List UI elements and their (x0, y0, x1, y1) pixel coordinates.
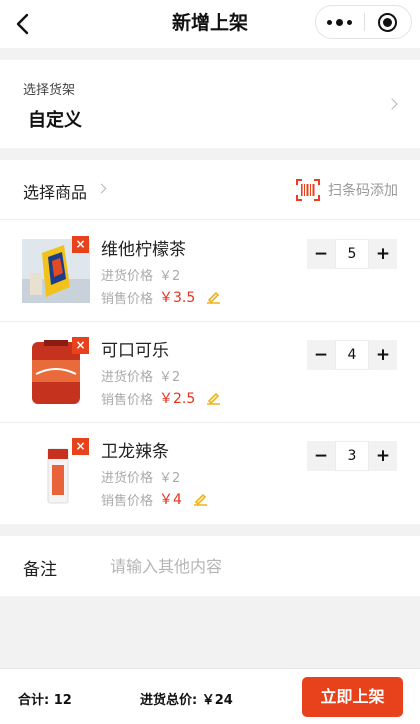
decrease-button[interactable]: − (307, 441, 335, 471)
quantity-stepper: − 5 + (307, 239, 397, 269)
increase-button[interactable]: + (369, 340, 397, 370)
sale-value: ￥2.5 (159, 391, 196, 407)
increase-button[interactable]: + (369, 239, 397, 269)
sale-value: ￥4 (159, 492, 182, 508)
goods-item: × 维他柠檬茶 进货价格 ￥2 销售价格 ￥3.5 − 5 + (0, 221, 420, 322)
footer-bar: 合计: 12 进货总价: ￥24 立即上架 (0, 668, 420, 724)
edit-pencil-icon[interactable] (205, 391, 221, 405)
sale-price: 销售价格 ￥3.5 (101, 287, 221, 307)
quantity-stepper: − 4 + (307, 340, 397, 370)
quantity-value[interactable]: 3 (335, 441, 369, 471)
note-input[interactable] (110, 550, 400, 582)
chevron-right-icon (386, 98, 398, 110)
sale-label: 销售价格 (101, 392, 154, 408)
cost-label: 进货价格 (101, 370, 154, 385)
decrease-button[interactable]: − (307, 340, 335, 370)
more-dots-icon (325, 18, 354, 26)
scan-label: 扫条码添加 (328, 183, 398, 199)
goods-card: 选择商品 扫条码添加 × 维他柠檬茶 进货价格 ￥2 销售价格 ￥3.5 − 5… (0, 160, 420, 524)
cost-value: ￥2 (159, 370, 181, 385)
sale-label: 销售价格 (101, 493, 154, 509)
product-name: 卫龙辣条 (101, 442, 169, 462)
close-button[interactable] (364, 6, 411, 38)
target-close-icon (378, 12, 398, 32)
product-name: 可口可乐 (101, 341, 169, 361)
sale-value: ￥3.5 (159, 290, 196, 306)
note-row: 备注 (0, 536, 420, 596)
remove-item-button[interactable]: × (72, 236, 89, 253)
cost-price: 进货价格 ￥2 (101, 467, 180, 486)
edit-pencil-icon[interactable] (205, 290, 221, 304)
quantity-value[interactable]: 5 (335, 239, 369, 269)
cost-label: 进货价格 (101, 269, 154, 284)
edit-pencil-icon[interactable] (192, 492, 208, 506)
product-name: 维他柠檬茶 (101, 240, 186, 260)
cost-total: 进货总价: ￥24 (140, 693, 233, 708)
nav-bar: 新增上架 (0, 0, 420, 48)
select-goods-link[interactable]: 选择商品 (23, 179, 107, 203)
goods-item: × 卫龙辣条 进货价格 ￥2 销售价格 ￥4 − 3 + (0, 423, 420, 524)
sale-price: 销售价格 ￥4 (101, 489, 208, 509)
sale-label: 销售价格 (101, 291, 154, 307)
mini-program-capsule (315, 5, 412, 39)
sale-price: 销售价格 ￥2.5 (101, 388, 221, 408)
submit-button[interactable]: 立即上架 (302, 677, 403, 717)
quantity-stepper: − 3 + (307, 441, 397, 471)
cost-value: ￥2 (159, 471, 181, 486)
scan-barcode-button[interactable]: 扫条码添加 (296, 178, 398, 202)
decrease-button[interactable]: − (307, 239, 335, 269)
shelf-label: 选择货架 (23, 83, 76, 98)
note-label: 备注 (23, 560, 57, 580)
goods-header: 选择商品 扫条码添加 (0, 160, 420, 220)
cost-value: ￥2 (159, 269, 181, 284)
quantity-value[interactable]: 4 (335, 340, 369, 370)
total-count: 合计: 12 (18, 693, 72, 708)
remove-item-button[interactable]: × (72, 337, 89, 354)
shelf-value: 自定义 (28, 110, 82, 131)
chevron-right-icon (96, 183, 107, 194)
shelf-selector[interactable]: 选择货架 自定义 (0, 60, 420, 148)
select-goods-label: 选择商品 (23, 183, 88, 202)
cost-price: 进货价格 ￥2 (101, 265, 180, 284)
cost-price: 进货价格 ￥2 (101, 366, 180, 385)
cost-label: 进货价格 (101, 471, 154, 486)
more-button[interactable] (316, 6, 364, 38)
increase-button[interactable]: + (369, 441, 397, 471)
remove-item-button[interactable]: × (72, 438, 89, 455)
barcode-scan-icon (296, 179, 320, 201)
goods-item: × 可口可乐 进货价格 ￥2 销售价格 ￥2.5 − 4 + (0, 322, 420, 423)
